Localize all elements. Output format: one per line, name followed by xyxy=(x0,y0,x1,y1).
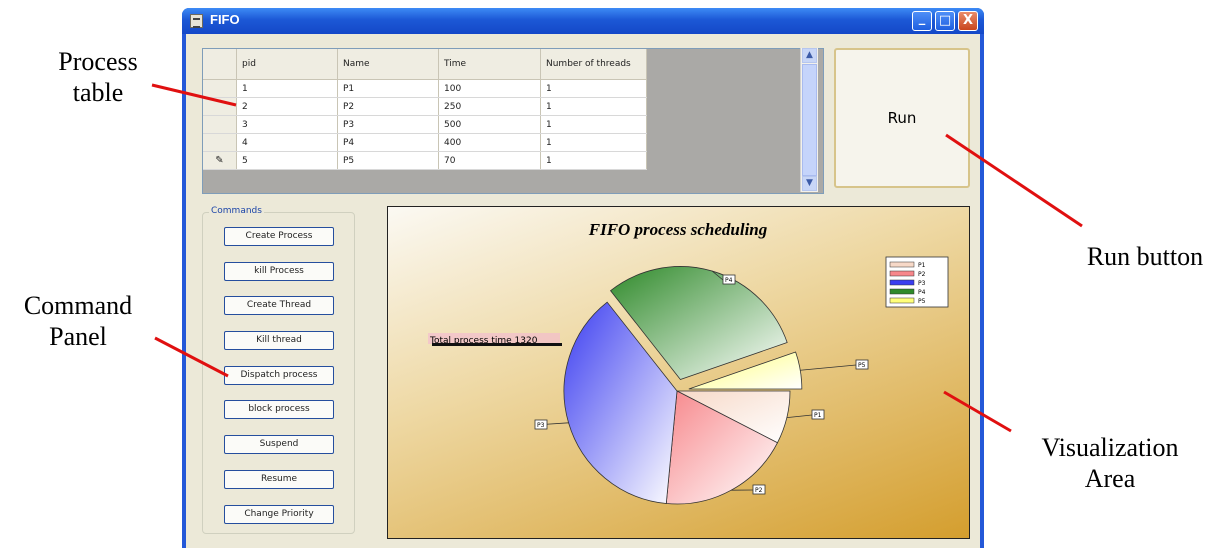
callout-line-command-panel xyxy=(154,336,229,378)
callout-line-process-table xyxy=(151,83,237,107)
callout-line-run-button xyxy=(945,133,1083,228)
callout-lines xyxy=(151,83,1083,433)
callout-line-visualization xyxy=(943,390,1012,433)
